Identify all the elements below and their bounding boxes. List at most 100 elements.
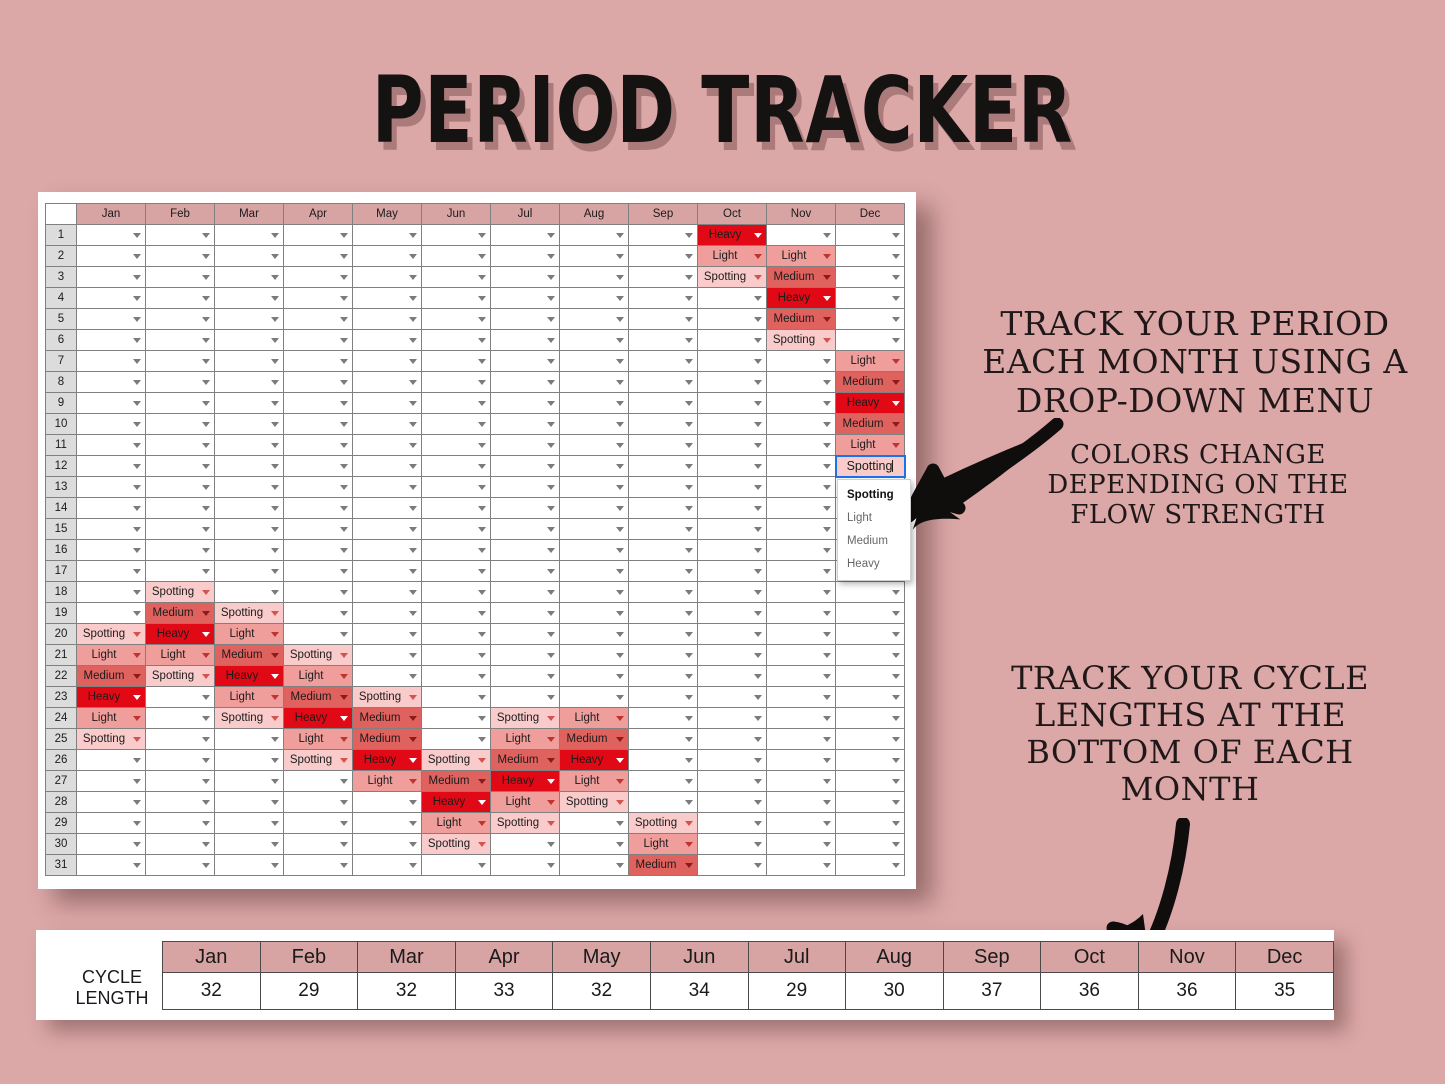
chevron-down-icon[interactable]	[271, 443, 279, 448]
chevron-down-icon[interactable]	[685, 233, 693, 238]
chevron-down-icon[interactable]	[133, 842, 141, 847]
grid-cell-jan-26[interactable]	[76, 749, 146, 771]
cycle-length-table[interactable]: Jan Feb Mar Apr May Jun Jul Aug Sep Oct Nov Dec 32 2…	[162, 941, 1334, 1010]
grid-cell-jul-31[interactable]	[490, 854, 560, 876]
grid-cell-dec-8[interactable]: Medium	[835, 371, 905, 393]
grid-cell-aug-14[interactable]	[559, 497, 629, 519]
grid-cell-sep-25[interactable]	[628, 728, 698, 750]
chevron-down-icon[interactable]	[340, 716, 348, 721]
chevron-down-icon[interactable]	[547, 464, 555, 469]
grid-cell-oct-20[interactable]	[697, 623, 767, 645]
grid-cell-nov-13[interactable]	[766, 476, 836, 498]
chevron-down-icon[interactable]	[754, 716, 762, 721]
grid-cell-dec-10[interactable]: Medium	[835, 413, 905, 435]
chevron-down-icon[interactable]	[754, 338, 762, 343]
chevron-down-icon[interactable]	[823, 254, 831, 259]
grid-cell-jul-1[interactable]	[490, 224, 560, 246]
chevron-down-icon[interactable]	[754, 506, 762, 511]
grid-cell-jun-6[interactable]	[421, 329, 491, 351]
chevron-down-icon[interactable]	[409, 800, 417, 805]
chevron-down-icon[interactable]	[340, 233, 348, 238]
grid-cell-nov-15[interactable]	[766, 518, 836, 540]
chevron-down-icon[interactable]	[685, 380, 693, 385]
grid-cell-oct-4[interactable]	[697, 287, 767, 309]
grid-cell-jan-8[interactable]	[76, 371, 146, 393]
chevron-down-icon[interactable]	[685, 758, 693, 763]
grid-cell-apr-6[interactable]	[283, 329, 353, 351]
chevron-down-icon[interactable]	[133, 338, 141, 343]
chevron-down-icon[interactable]	[547, 485, 555, 490]
grid-cell-jun-11[interactable]	[421, 434, 491, 456]
grid-cell-sep-23[interactable]	[628, 686, 698, 708]
chevron-down-icon[interactable]	[616, 569, 624, 574]
grid-cell-sep-15[interactable]	[628, 518, 698, 540]
grid-cell-jul-9[interactable]	[490, 392, 560, 414]
grid-cell-feb-17[interactable]	[145, 560, 215, 582]
grid-cell-oct-10[interactable]	[697, 413, 767, 435]
grid-cell-apr-2[interactable]	[283, 245, 353, 267]
grid-cell-may-1[interactable]	[352, 224, 422, 246]
chevron-down-icon[interactable]	[409, 779, 417, 784]
grid-cell-jan-14[interactable]	[76, 497, 146, 519]
chevron-down-icon[interactable]	[616, 737, 624, 742]
cycle-value-nov[interactable]: 36	[1137, 972, 1237, 1010]
grid-cell-jun-10[interactable]	[421, 413, 491, 435]
chevron-down-icon[interactable]	[202, 863, 210, 868]
grid-cell-jul-30[interactable]	[490, 833, 560, 855]
grid-cell-mar-20[interactable]: Light	[214, 623, 284, 645]
chevron-down-icon[interactable]	[823, 695, 831, 700]
grid-cell-aug-8[interactable]	[559, 371, 629, 393]
chevron-down-icon[interactable]	[685, 611, 693, 616]
chevron-down-icon[interactable]	[616, 359, 624, 364]
chevron-down-icon[interactable]	[823, 296, 831, 301]
chevron-down-icon[interactable]	[754, 842, 762, 847]
chevron-down-icon[interactable]	[685, 275, 693, 280]
grid-cell-jan-6[interactable]	[76, 329, 146, 351]
grid-cell-nov-16[interactable]	[766, 539, 836, 561]
chevron-down-icon[interactable]	[547, 380, 555, 385]
chevron-down-icon[interactable]	[685, 821, 693, 826]
chevron-down-icon[interactable]	[616, 695, 624, 700]
chevron-down-icon[interactable]	[685, 779, 693, 784]
grid-cell-may-10[interactable]	[352, 413, 422, 435]
grid-cell-feb-11[interactable]	[145, 434, 215, 456]
grid-cell-oct-24[interactable]	[697, 707, 767, 729]
grid-cell-sep-8[interactable]	[628, 371, 698, 393]
chevron-down-icon[interactable]	[133, 716, 141, 721]
chevron-down-icon[interactable]	[271, 317, 279, 322]
grid-cell-jun-4[interactable]	[421, 287, 491, 309]
grid-cell-mar-14[interactable]	[214, 497, 284, 519]
grid-cell-jan-5[interactable]	[76, 308, 146, 330]
grid-cell-sep-1[interactable]	[628, 224, 698, 246]
chevron-down-icon[interactable]	[616, 821, 624, 826]
chevron-down-icon[interactable]	[685, 338, 693, 343]
grid-cell-dec-22[interactable]	[835, 665, 905, 687]
chevron-down-icon[interactable]	[685, 653, 693, 658]
chevron-down-icon[interactable]	[133, 422, 141, 427]
grid-cell-jun-12[interactable]	[421, 455, 491, 477]
grid-cell-nov-8[interactable]	[766, 371, 836, 393]
chevron-down-icon[interactable]	[616, 716, 624, 721]
dropdown-option-light[interactable]: Light	[838, 507, 910, 530]
grid-cell-oct-19[interactable]	[697, 602, 767, 624]
chevron-down-icon[interactable]	[892, 632, 900, 637]
grid-cell-jan-10[interactable]	[76, 413, 146, 435]
chevron-down-icon[interactable]	[133, 737, 141, 742]
grid-cell-apr-7[interactable]	[283, 350, 353, 372]
chevron-down-icon[interactable]	[133, 443, 141, 448]
chevron-down-icon[interactable]	[478, 359, 486, 364]
grid-cell-sep-22[interactable]	[628, 665, 698, 687]
cycle-value-sep[interactable]: 37	[942, 972, 1042, 1010]
chevron-down-icon[interactable]	[823, 548, 831, 553]
grid-cell-nov-30[interactable]	[766, 833, 836, 855]
chevron-down-icon[interactable]	[133, 485, 141, 490]
chevron-down-icon[interactable]	[616, 611, 624, 616]
chevron-down-icon[interactable]	[892, 611, 900, 616]
grid-cell-jan-24[interactable]: Light	[76, 707, 146, 729]
grid-cell-nov-2[interactable]: Light	[766, 245, 836, 267]
grid-cell-sep-28[interactable]	[628, 791, 698, 813]
chevron-down-icon[interactable]	[547, 737, 555, 742]
chevron-down-icon[interactable]	[547, 548, 555, 553]
chevron-down-icon[interactable]	[202, 632, 210, 637]
chevron-down-icon[interactable]	[823, 716, 831, 721]
